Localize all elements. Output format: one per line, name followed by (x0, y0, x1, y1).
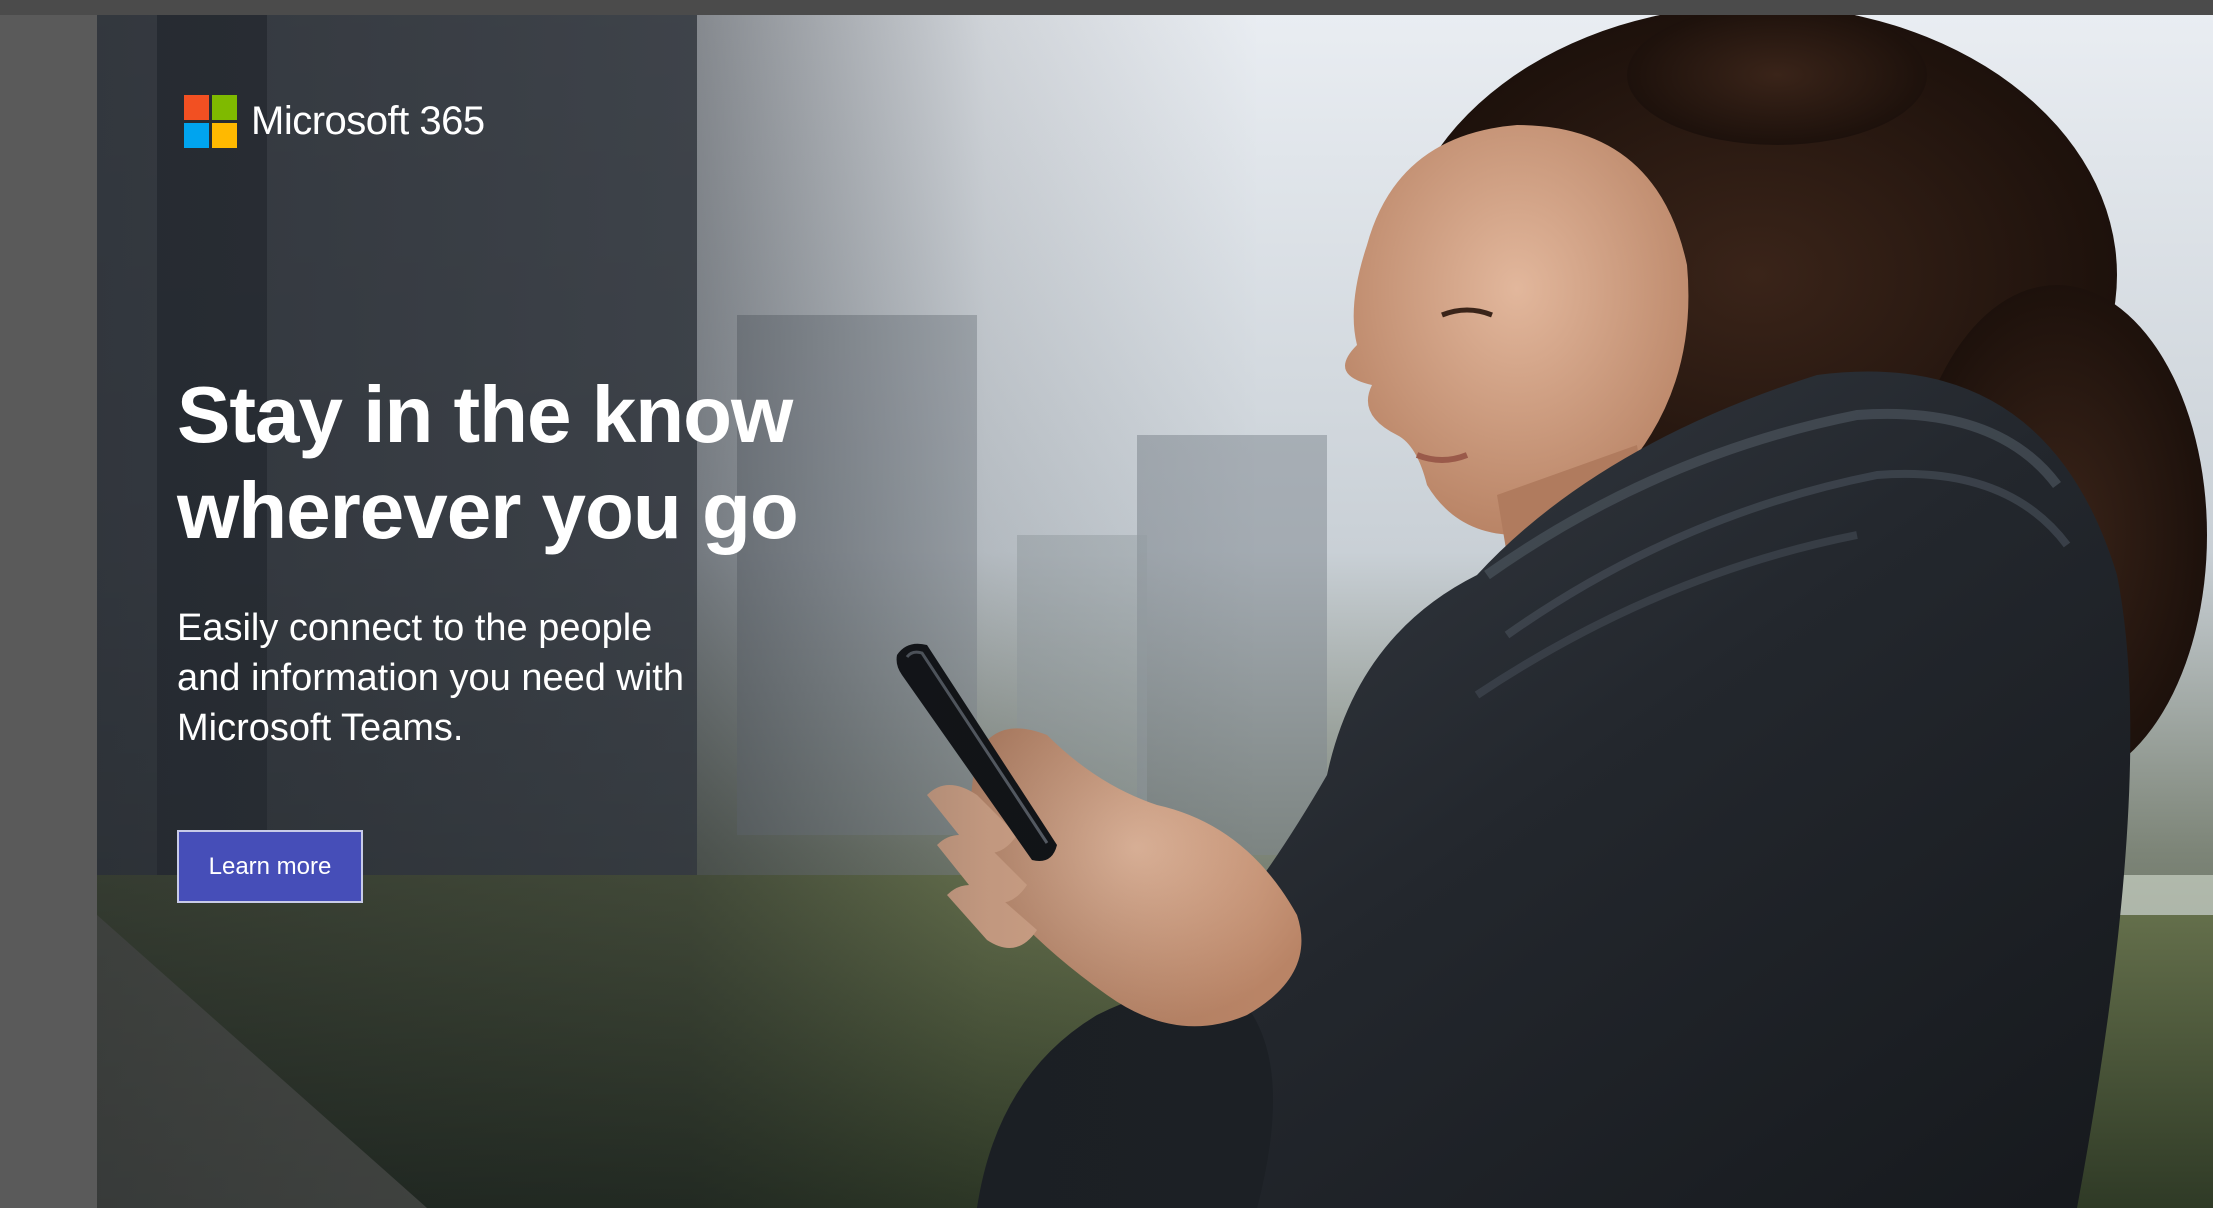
learn-more-button[interactable]: Learn more (177, 830, 363, 903)
hero-subcopy: Easily connect to the people and informa… (177, 603, 877, 753)
subcopy-line-2: and information you need with (177, 657, 684, 699)
page: Microsoft 365 Stay in the know wherever … (0, 0, 2213, 1208)
subcopy-line-3: Microsoft Teams. (177, 707, 464, 749)
left-gutter (0, 15, 97, 1208)
brand-lockup: Microsoft 365 (184, 95, 485, 148)
top-strip (0, 0, 2213, 15)
hero-headline: Stay in the know wherever you go (177, 367, 977, 559)
subcopy-line-1: Easily connect to the people (177, 607, 653, 649)
hero-banner[interactable]: Microsoft 365 Stay in the know wherever … (97, 15, 2213, 1208)
headline-line-1: Stay in the know (177, 370, 793, 459)
brand-name: Microsoft 365 (251, 99, 485, 143)
microsoft-logo-icon (184, 95, 237, 148)
headline-line-2: wherever you go (177, 466, 799, 555)
